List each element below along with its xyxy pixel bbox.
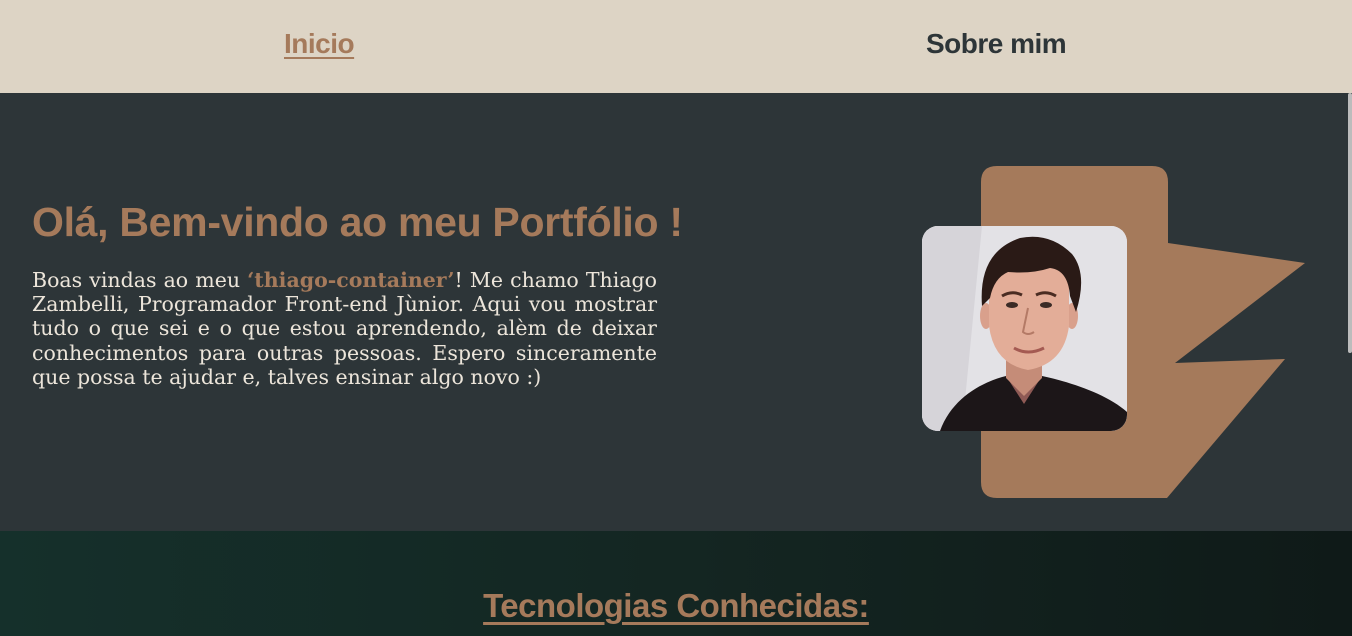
hero-intro-text: Boas vindas ao meu ‘thiago-container’! M… xyxy=(32,268,657,389)
nav-link-sobre-mim[interactable]: Sobre mim xyxy=(926,26,1067,62)
hero-section: Olá, Bem-vindo ao meu Portfólio ! Boas v… xyxy=(0,93,1352,531)
intro-text-start: Boas vindas ao meu xyxy=(32,268,248,292)
technologies-title: Tecnologias Conhecidas: xyxy=(483,587,869,624)
technologies-section: Tecnologias Conhecidas: xyxy=(0,531,1352,636)
profile-photo xyxy=(922,226,1127,431)
page-scrollbar[interactable] xyxy=(1348,93,1352,353)
hero-title: Olá, Bem-vindo ao meu Portfólio ! xyxy=(32,199,683,245)
nav-link-inicio[interactable]: Inicio xyxy=(284,26,355,62)
intro-highlight-name: ‘thiago-container’ xyxy=(247,268,455,292)
top-navbar: Inicio Sobre mim xyxy=(0,0,1352,93)
